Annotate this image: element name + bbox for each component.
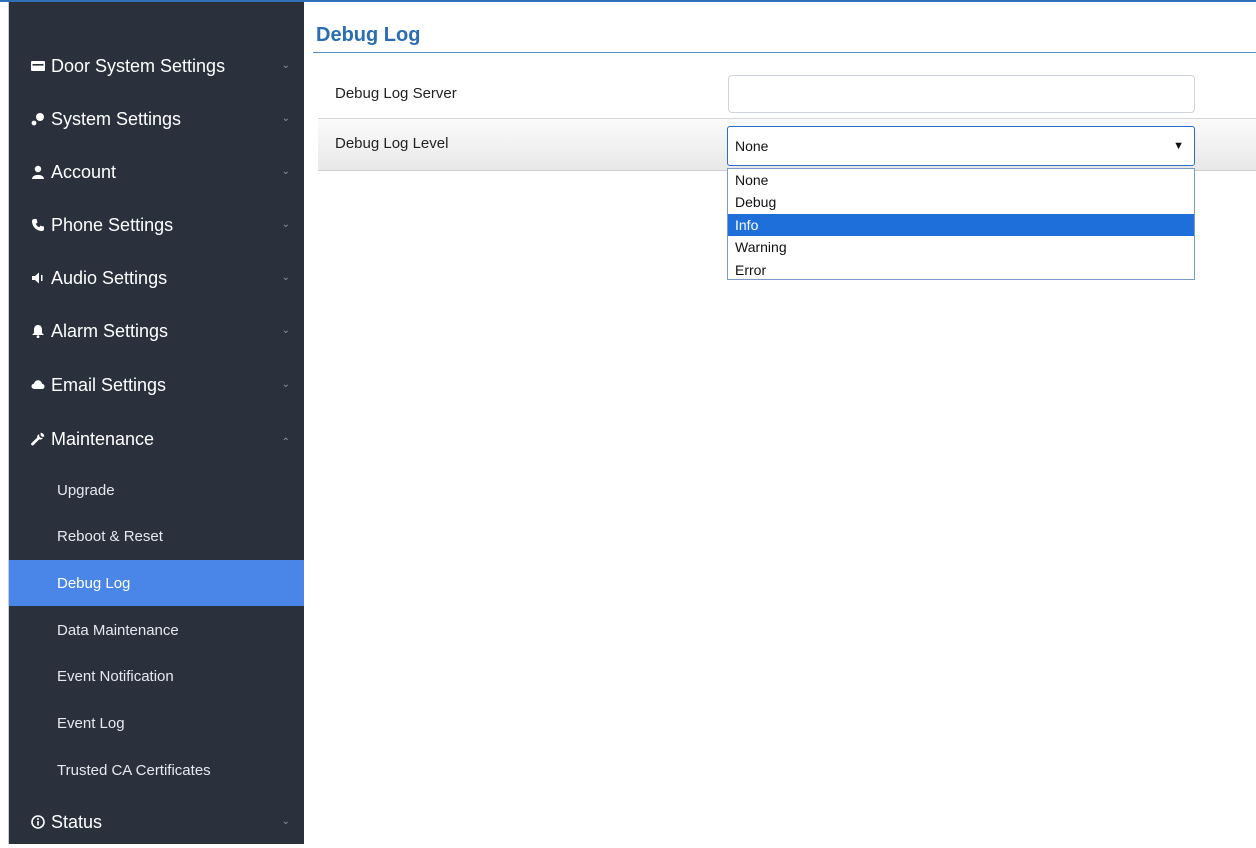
dropdown-arrow-icon: ▼ <box>1173 140 1184 152</box>
info-icon <box>29 813 47 831</box>
sidebar-item-label: System Settings <box>51 108 182 129</box>
chevron-down-icon: ⌄ <box>281 113 290 124</box>
option-error[interactable]: Error <box>728 259 1194 281</box>
bell-icon <box>29 322 47 340</box>
sidebar-item-label: Alarm Settings <box>51 320 169 341</box>
sidebar-item-door-system-settings[interactable]: Door System Settings ⌄ <box>9 40 304 92</box>
chevron-down-icon: ⌄ <box>281 325 290 336</box>
sidebar-subitem-reboot-reset[interactable]: Reboot & Reset <box>9 513 304 559</box>
sidebar-subitem-label: Trusted CA Certificates <box>57 761 211 779</box>
chevron-down-icon: ⌄ <box>281 272 290 283</box>
debug-log-level-options: None Debug Info Warning Error <box>727 168 1195 280</box>
sidebar-item-status[interactable]: Status ⌄ <box>9 796 304 848</box>
sidebar-item-label: Audio Settings <box>51 267 168 288</box>
sidebar-subitem-trusted-ca-certificates[interactable]: Trusted CA Certificates <box>9 747 304 793</box>
option-info[interactable]: Info <box>728 213 1194 237</box>
debug-log-level-value: None <box>735 138 769 154</box>
sidebar-item-maintenance[interactable]: Maintenance ⌃ <box>9 413 304 465</box>
sidebar-item-label: Door System Settings <box>51 55 226 76</box>
sidebar-subitem-label: Data Maintenance <box>57 621 179 639</box>
chevron-down-icon: ⌄ <box>281 166 290 177</box>
sidebar-subitem-label: Reboot & Reset <box>57 527 163 545</box>
wrench-icon <box>29 430 47 448</box>
sidebar-subitem-event-log[interactable]: Event Log <box>9 700 304 746</box>
sidebar-item-email-settings[interactable]: Email Settings ⌄ <box>9 359 304 411</box>
sidebar-item-label: Account <box>51 161 117 182</box>
phone-icon <box>29 216 47 234</box>
sidebar-subitem-event-notification[interactable]: Event Notification <box>9 653 304 699</box>
chevron-down-icon: ⌄ <box>281 60 290 71</box>
debug-log-level-label: Debug Log Level <box>335 135 449 152</box>
card-icon <box>29 57 47 75</box>
sidebar-item-phone-settings[interactable]: Phone Settings ⌄ <box>9 199 304 251</box>
sidebar-subitem-debug-log[interactable]: Debug Log <box>9 560 304 606</box>
sidebar-item-audio-settings[interactable]: Audio Settings ⌄ <box>9 252 304 304</box>
chevron-down-icon: ⌄ <box>281 379 290 390</box>
sidebar-item-account[interactable]: Account ⌄ <box>9 146 304 198</box>
sidebar: Door System Settings ⌄ System Settings ⌄… <box>8 2 304 844</box>
chevron-up-icon: ⌃ <box>281 437 290 448</box>
sidebar-subitem-label: Event Notification <box>57 667 174 685</box>
sidebar-item-label: Status <box>51 811 103 832</box>
cloud-icon <box>29 376 47 394</box>
option-warning[interactable]: Warning <box>728 236 1194 258</box>
sidebar-subitem-label: Debug Log <box>57 574 131 592</box>
page-title: Debug Log <box>316 24 421 46</box>
sidebar-item-label: Phone Settings <box>51 214 174 235</box>
wrench-key-icon <box>29 110 47 128</box>
option-none[interactable]: None <box>728 169 1194 191</box>
sidebar-subitem-data-maintenance[interactable]: Data Maintenance <box>9 607 304 653</box>
sidebar-subitem-label: Upgrade <box>57 481 115 499</box>
chevron-down-icon: ⌄ <box>281 816 290 827</box>
sidebar-item-system-settings[interactable]: System Settings ⌄ <box>9 93 304 145</box>
sidebar-item-alarm-settings[interactable]: Alarm Settings ⌄ <box>9 305 304 357</box>
sidebar-item-label: Email Settings <box>51 374 167 395</box>
debug-log-level-select[interactable]: None ▼ <box>727 126 1195 166</box>
option-debug[interactable]: Debug <box>728 191 1194 213</box>
speaker-icon <box>29 269 47 287</box>
sidebar-subitem-upgrade[interactable]: Upgrade <box>9 467 304 513</box>
debug-log-server-input[interactable] <box>728 75 1195 113</box>
debug-log-server-label: Debug Log Server <box>335 85 457 102</box>
sidebar-subitem-label: Event Log <box>57 714 125 732</box>
chevron-down-icon: ⌄ <box>281 219 290 230</box>
sidebar-item-label: Maintenance <box>51 428 155 449</box>
title-divider <box>313 52 1256 53</box>
user-icon <box>29 163 47 181</box>
